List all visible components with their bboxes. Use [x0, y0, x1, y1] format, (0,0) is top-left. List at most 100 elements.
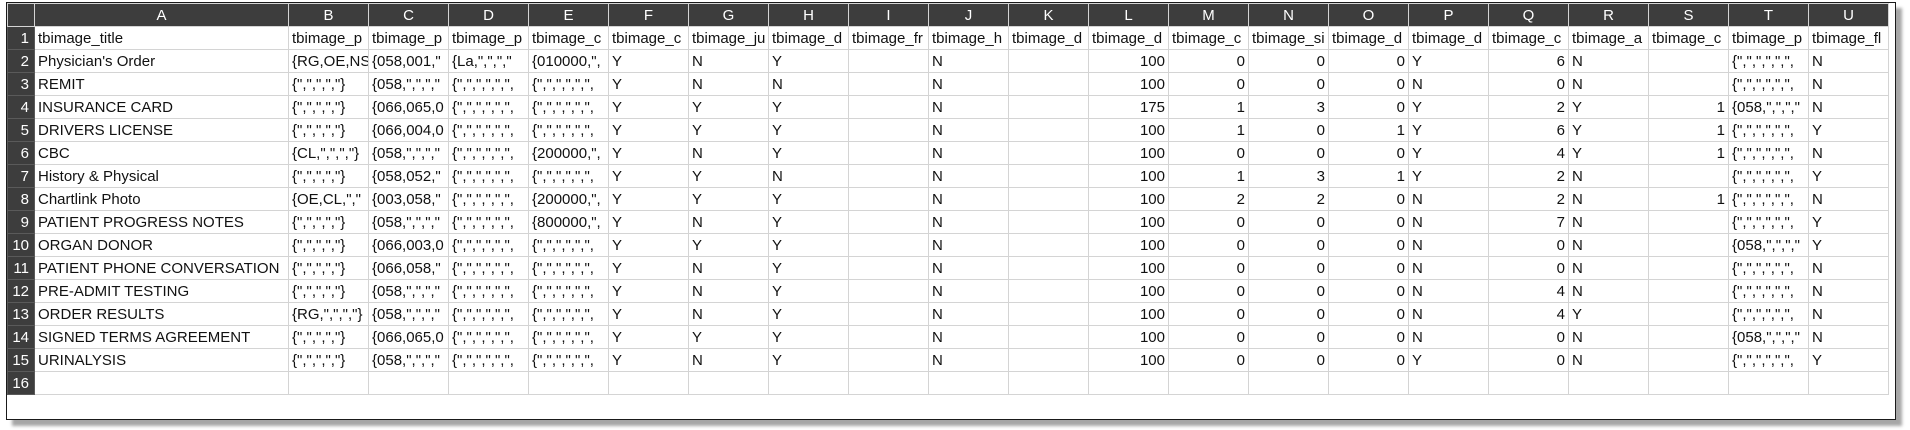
cell-o2[interactable]: 0 [1328, 49, 1409, 73]
cell-c6[interactable]: {058,",","," [368, 141, 449, 165]
column-header-f[interactable]: F [608, 3, 689, 27]
cell-l6[interactable]: 100 [1088, 141, 1169, 165]
cell-q7[interactable]: 2 [1488, 164, 1569, 188]
cell-s2[interactable] [1648, 49, 1729, 73]
cell-q16[interactable] [1488, 371, 1569, 395]
cell-p10[interactable]: N [1408, 233, 1489, 257]
cell-g12[interactable]: N [688, 279, 769, 303]
cell-o1[interactable]: tbimage_d [1328, 26, 1409, 50]
cell-g8[interactable]: Y [688, 187, 769, 211]
cell-d9[interactable]: {",",",",",", [448, 210, 529, 234]
cell-i16[interactable] [848, 371, 929, 395]
column-header-o[interactable]: O [1328, 3, 1409, 27]
cell-r12[interactable]: N [1568, 279, 1649, 303]
cell-r16[interactable] [1568, 371, 1649, 395]
cell-h16[interactable] [768, 371, 849, 395]
cell-i7[interactable] [848, 164, 929, 188]
column-header-c[interactable]: C [368, 3, 449, 27]
cell-h14[interactable]: Y [768, 325, 849, 349]
cell-p13[interactable]: N [1408, 302, 1489, 326]
cell-e15[interactable]: {",",",",",", [528, 348, 609, 372]
cell-p2[interactable]: Y [1408, 49, 1489, 73]
cell-h11[interactable]: Y [768, 256, 849, 280]
row-header[interactable]: 4 [7, 95, 35, 119]
cell-u10[interactable]: Y [1808, 233, 1889, 257]
cell-o9[interactable]: 0 [1328, 210, 1409, 234]
cell-q6[interactable]: 4 [1488, 141, 1569, 165]
cell-j16[interactable] [928, 371, 1009, 395]
cell-r5[interactable]: Y [1568, 118, 1649, 142]
cell-j10[interactable]: N [928, 233, 1009, 257]
cell-n10[interactable]: 0 [1248, 233, 1329, 257]
cell-q5[interactable]: 6 [1488, 118, 1569, 142]
cell-e10[interactable]: {",",",",",", [528, 233, 609, 257]
cell-h1[interactable]: tbimage_d [768, 26, 849, 50]
cell-g11[interactable]: N [688, 256, 769, 280]
cell-k7[interactable] [1008, 164, 1089, 188]
cell-l4[interactable]: 175 [1088, 95, 1169, 119]
cell-e13[interactable]: {",",",",",", [528, 302, 609, 326]
cell-t6[interactable]: {",",",",",", [1728, 141, 1809, 165]
cell-m11[interactable]: 0 [1168, 256, 1249, 280]
column-header-l[interactable]: L [1088, 3, 1169, 27]
cell-j4[interactable]: N [928, 95, 1009, 119]
cell-f7[interactable]: Y [608, 164, 689, 188]
cell-h13[interactable]: Y [768, 302, 849, 326]
cell-e7[interactable]: {",",",",",", [528, 164, 609, 188]
cell-k15[interactable] [1008, 348, 1089, 372]
cell-a15[interactable]: URINALYSIS [34, 348, 289, 372]
cell-l12[interactable]: 100 [1088, 279, 1169, 303]
cell-i2[interactable] [848, 49, 929, 73]
cell-r9[interactable]: N [1568, 210, 1649, 234]
column-header-e[interactable]: E [528, 3, 609, 27]
cell-c8[interactable]: {003,058," [368, 187, 449, 211]
cell-a1[interactable]: tbimage_title [34, 26, 289, 50]
cell-a8[interactable]: Chartlink Photo [34, 187, 289, 211]
cell-d4[interactable]: {",",",",",", [448, 95, 529, 119]
cell-n6[interactable]: 0 [1248, 141, 1329, 165]
cell-p5[interactable]: Y [1408, 118, 1489, 142]
column-header-b[interactable]: B [288, 3, 369, 27]
cell-t13[interactable]: {",",",",",", [1728, 302, 1809, 326]
cell-l9[interactable]: 100 [1088, 210, 1169, 234]
cell-d12[interactable]: {",",",",",", [448, 279, 529, 303]
cell-m13[interactable]: 0 [1168, 302, 1249, 326]
cell-r10[interactable]: N [1568, 233, 1649, 257]
row-header[interactable]: 14 [7, 325, 35, 349]
cell-j15[interactable]: N [928, 348, 1009, 372]
cell-j8[interactable]: N [928, 187, 1009, 211]
cell-f10[interactable]: Y [608, 233, 689, 257]
cell-g6[interactable]: N [688, 141, 769, 165]
cell-u5[interactable]: Y [1808, 118, 1889, 142]
cell-b6[interactable]: {CL,",",","} [288, 141, 369, 165]
cell-r2[interactable]: N [1568, 49, 1649, 73]
cell-b12[interactable]: {",",",","} [288, 279, 369, 303]
cell-d1[interactable]: tbimage_p [448, 26, 529, 50]
cell-s15[interactable] [1648, 348, 1729, 372]
cell-k3[interactable] [1008, 72, 1089, 96]
cell-f1[interactable]: tbimage_c [608, 26, 689, 50]
cell-c9[interactable]: {058,",","," [368, 210, 449, 234]
cell-d2[interactable]: {La,",","," [448, 49, 529, 73]
cell-q11[interactable]: 0 [1488, 256, 1569, 280]
cell-o7[interactable]: 1 [1328, 164, 1409, 188]
cell-j5[interactable]: N [928, 118, 1009, 142]
cell-m3[interactable]: 0 [1168, 72, 1249, 96]
cell-a3[interactable]: REMIT [34, 72, 289, 96]
row-header[interactable]: 13 [7, 302, 35, 326]
cell-r6[interactable]: Y [1568, 141, 1649, 165]
cell-i15[interactable] [848, 348, 929, 372]
cell-f16[interactable] [608, 371, 689, 395]
cell-e14[interactable]: {",",",",",", [528, 325, 609, 349]
cell-n8[interactable]: 2 [1248, 187, 1329, 211]
cell-n14[interactable]: 0 [1248, 325, 1329, 349]
cell-u12[interactable]: N [1808, 279, 1889, 303]
cell-d13[interactable]: {",",",",",", [448, 302, 529, 326]
row-header[interactable]: 9 [7, 210, 35, 234]
cell-r4[interactable]: Y [1568, 95, 1649, 119]
cell-t12[interactable]: {",",",",",", [1728, 279, 1809, 303]
cell-h9[interactable]: Y [768, 210, 849, 234]
cell-b11[interactable]: {",",",","} [288, 256, 369, 280]
cell-l10[interactable]: 100 [1088, 233, 1169, 257]
cell-l8[interactable]: 100 [1088, 187, 1169, 211]
